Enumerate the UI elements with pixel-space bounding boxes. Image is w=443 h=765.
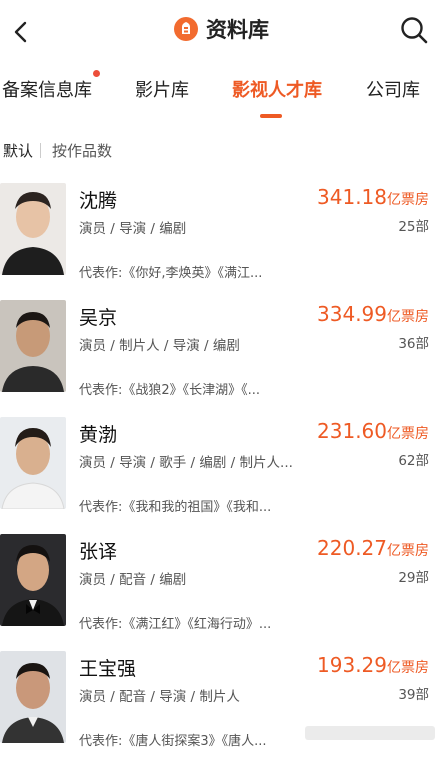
person-name: 张译 <box>79 541 118 563</box>
notification-dot-icon <box>93 70 100 77</box>
box-office: 220.27亿票房 <box>317 536 429 560</box>
box-office-unit: 亿票房 <box>387 426 429 442</box>
representative-works: 代表作:《满江红》《红海行动》... <box>79 617 272 632</box>
person-roles: 演员 / 导演 / 编剧 <box>79 221 187 237</box>
tab-companies[interactable]: 公司库 <box>366 76 420 102</box>
avatar <box>0 534 66 626</box>
box-office-unit: 亿票房 <box>387 660 429 676</box>
search-icon[interactable] <box>399 15 429 45</box>
box-office-unit: 亿票房 <box>387 309 429 325</box>
top-bar: 资料库 <box>0 0 443 62</box>
representative-works: 代表作:《唐人街探案3》《唐人... <box>79 734 267 749</box>
tab-label: 备案信息库 <box>2 80 92 101</box>
active-tab-indicator <box>260 114 282 118</box>
list-item[interactable]: 黄渤 演员 / 导演 / 歌手 / 编剧 / 制片人... 代表作:《我和我的祖… <box>0 414 443 531</box>
film-count: 62部 <box>398 453 429 469</box>
representative-works: 代表作:《战狼2》《长津湖》《... <box>79 383 261 398</box>
tab-label: 公司库 <box>366 80 420 101</box>
avatar <box>0 651 66 743</box>
person-name: 王宝强 <box>79 658 137 680</box>
film-count: 36部 <box>398 336 429 352</box>
person-roles: 演员 / 制片人 / 导演 / 编剧 <box>79 338 240 354</box>
representative-works: 代表作:《你好,李焕英》《满江... <box>79 266 263 281</box>
box-office-unit: 亿票房 <box>387 192 429 208</box>
box-office-value: 334.99 <box>317 302 387 326</box>
tab-talent[interactable]: 影视人才库 <box>232 76 322 102</box>
box-office-value: 220.27 <box>317 536 387 560</box>
tab-label: 影片库 <box>135 80 189 101</box>
tab-filing-info[interactable]: 备案信息库 <box>2 70 100 102</box>
box-office: 341.18亿票房 <box>317 185 429 209</box>
sort-bar: 默认 按作品数 <box>0 134 443 166</box>
watermark <box>305 726 435 740</box>
person-roles: 演员 / 导演 / 歌手 / 编剧 / 制片人... <box>79 455 293 471</box>
box-office: 231.60亿票房 <box>317 419 429 443</box>
box-office-value: 231.60 <box>317 419 387 443</box>
sort-by-works-option[interactable]: 按作品数 <box>52 140 112 161</box>
person-name: 黄渤 <box>79 424 118 446</box>
person-name: 吴京 <box>79 307 118 329</box>
list-item[interactable]: 吴京 演员 / 制片人 / 导演 / 编剧 代表作:《战狼2》《长津湖》《...… <box>0 297 443 414</box>
box-office: 334.99亿票房 <box>317 302 429 326</box>
avatar <box>0 417 66 509</box>
avatar <box>0 183 66 275</box>
list-item[interactable]: 张译 演员 / 配音 / 编剧 代表作:《满江红》《红海行动》... 220.2… <box>0 531 443 648</box>
person-roles: 演员 / 配音 / 导演 / 制片人 <box>79 689 240 705</box>
tab-films[interactable]: 影片库 <box>135 76 189 102</box>
box-office-unit: 亿票房 <box>387 543 429 559</box>
box-office: 193.29亿票房 <box>317 653 429 677</box>
person-name: 沈腾 <box>79 190 118 212</box>
database-logo-icon <box>174 17 198 41</box>
film-count: 39部 <box>398 687 429 703</box>
box-office-value: 193.29 <box>317 653 387 677</box>
category-tabs: 备案信息库 影片库 影视人才库 公司库 <box>0 62 443 118</box>
talent-list: 沈腾 演员 / 导演 / 编剧 代表作:《你好,李焕英》《满江... 341.1… <box>0 180 443 765</box>
divider <box>40 143 41 158</box>
list-item[interactable]: 沈腾 演员 / 导演 / 编剧 代表作:《你好,李焕英》《满江... 341.1… <box>0 180 443 297</box>
person-roles: 演员 / 配音 / 编剧 <box>79 572 187 588</box>
tab-label: 影视人才库 <box>232 80 322 101</box>
film-count: 25部 <box>398 219 429 235</box>
representative-works: 代表作:《我和我的祖国》《我和... <box>79 500 272 515</box>
sort-default-option[interactable]: 默认 <box>3 140 33 161</box>
title-group: 资料库 <box>0 14 443 44</box>
avatar <box>0 300 66 392</box>
page-title: 资料库 <box>206 18 269 42</box>
box-office-value: 341.18 <box>317 185 387 209</box>
list-item[interactable]: 王宝强 演员 / 配音 / 导演 / 制片人 代表作:《唐人街探案3》《唐人..… <box>0 648 443 765</box>
film-count: 29部 <box>398 570 429 586</box>
